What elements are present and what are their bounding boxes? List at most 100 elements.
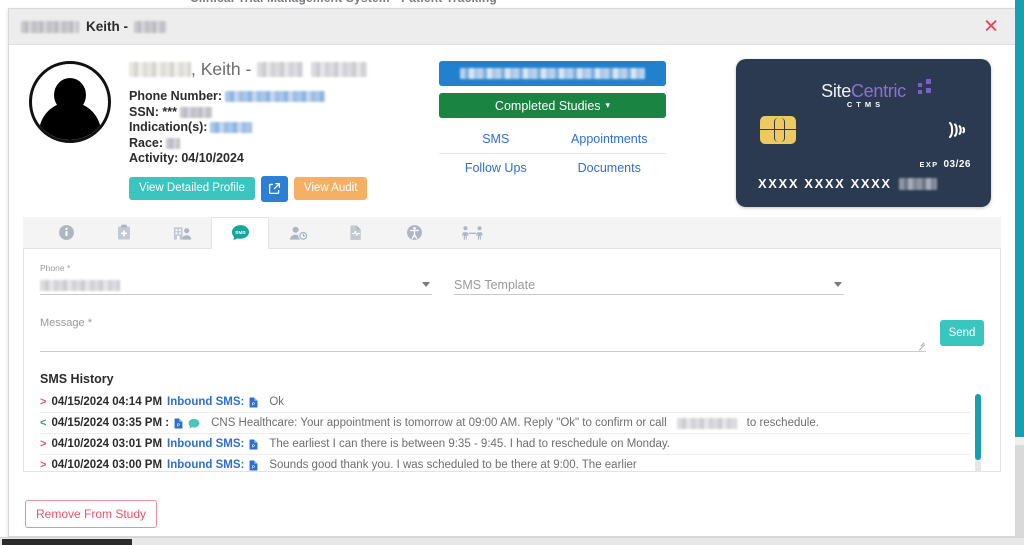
send-button[interactable]: Send bbox=[940, 320, 984, 346]
completed-studies-label: Completed Studies bbox=[494, 98, 601, 113]
sms-direction-label: Inbound SMS: bbox=[167, 438, 245, 450]
link-documents[interactable]: Documents bbox=[553, 154, 667, 182]
chip-icon bbox=[760, 116, 796, 144]
page-scrollbar-lower[interactable] bbox=[1015, 445, 1024, 537]
tab-accessibility[interactable] bbox=[385, 217, 443, 248]
pdf-icon[interactable]: P bbox=[249, 459, 258, 471]
completed-studies-dropdown[interactable]: Completed Studies ▾ bbox=[439, 93, 666, 118]
sms-direction-label: Inbound SMS: bbox=[167, 459, 245, 471]
link-appointments[interactable]: Appointments bbox=[553, 125, 667, 153]
sms-timestamp: 04/15/2024 04:14 PM bbox=[51, 396, 163, 408]
patient-name: , Keith - bbox=[129, 59, 431, 80]
direction-chevron-icon: < bbox=[40, 417, 47, 429]
horizontal-scrollbar-thumb[interactable] bbox=[2, 539, 132, 545]
sms-panel: Phone * SMS Template Message * Send SMS … bbox=[23, 249, 1001, 472]
page-scrollbar-thumb[interactable] bbox=[1015, 0, 1024, 437]
view-detailed-profile-button[interactable]: View Detailed Profile bbox=[129, 176, 255, 201]
external-link-glyph bbox=[268, 182, 280, 195]
pdf-icon[interactable]: P bbox=[249, 396, 258, 408]
svg-text:P: P bbox=[177, 422, 180, 427]
link-follow-ups[interactable]: Follow Ups bbox=[439, 154, 553, 182]
patient-modal: Keith - ✕ , Keith - Phone Number: SSN: *… bbox=[8, 8, 1016, 537]
table-row[interactable]: < 04/15/2024 03:35 PM : P CNS Healthcare… bbox=[40, 413, 970, 434]
close-icon[interactable]: ✕ bbox=[983, 17, 999, 36]
clipboard-medical-icon bbox=[118, 224, 130, 240]
patient-summary-section: , Keith - Phone Number: SSN: *** Indicat… bbox=[9, 45, 1015, 207]
patient-activity-line: Activity: 04/10/2024 bbox=[129, 151, 431, 167]
tab-clipboard[interactable] bbox=[95, 217, 153, 248]
sms-chat-icon: SMS bbox=[231, 225, 249, 241]
study-name-button[interactable] bbox=[439, 61, 666, 86]
modal-body: , Keith - Phone Number: SSN: *** Indicat… bbox=[9, 45, 1015, 492]
tab-documents[interactable] bbox=[327, 217, 385, 248]
card-number: XXXX XXXX XXXX bbox=[758, 176, 937, 191]
redacted-phone-in-message bbox=[676, 417, 737, 429]
redacted-name-suffix-2 bbox=[311, 62, 368, 77]
tab-referral[interactable] bbox=[443, 217, 501, 248]
external-link-icon[interactable] bbox=[260, 175, 288, 202]
patient-detail-lines: Phone Number: SSN: *** Indication(s): Ra… bbox=[129, 89, 431, 167]
people-handoff-icon bbox=[461, 225, 483, 240]
chat-bubble-icon[interactable] bbox=[188, 418, 200, 429]
sms-template-select[interactable]: SMS Template bbox=[454, 276, 844, 295]
card-logo-dots-icon bbox=[917, 79, 938, 97]
message-row: Message * Send bbox=[40, 317, 984, 352]
sms-message-text: Ok bbox=[269, 396, 285, 408]
patient-activity-value: 04/10/2024 bbox=[181, 151, 244, 165]
chevron-down-icon[interactable] bbox=[422, 282, 430, 287]
table-row[interactable]: > 04/10/2024 03:00 PM Inbound SMS: P Sou… bbox=[40, 455, 970, 471]
direction-chevron-icon: > bbox=[40, 459, 47, 471]
sms-history-title: SMS History bbox=[40, 372, 114, 386]
pdf-icon[interactable]: P bbox=[249, 438, 258, 450]
redacted-name-suffix-1 bbox=[257, 62, 304, 77]
horizontal-scrollbar-track[interactable] bbox=[0, 537, 1024, 545]
tab-history[interactable] bbox=[269, 217, 327, 248]
pdf-icon[interactable]: P bbox=[174, 417, 183, 429]
sms-history-scrollbar-thumb[interactable] bbox=[975, 394, 981, 460]
contactless-glyph bbox=[948, 121, 966, 139]
avatar bbox=[29, 61, 111, 143]
phone-field: Phone * bbox=[40, 263, 432, 295]
redacted-title-id bbox=[134, 20, 166, 33]
svg-text:P: P bbox=[252, 443, 255, 448]
tab-info[interactable] bbox=[37, 217, 95, 248]
message-field: Message * bbox=[40, 317, 926, 352]
tab-sms[interactable]: SMS bbox=[211, 217, 269, 249]
resize-handle-icon[interactable] bbox=[918, 342, 925, 349]
message-textarea[interactable] bbox=[40, 329, 926, 352]
person-clock-icon bbox=[289, 226, 307, 240]
patient-tab-bar: SMS bbox=[23, 217, 1001, 249]
modal-header: Keith - ✕ bbox=[9, 9, 1015, 45]
card-number-masked: XXXX XXXX XXXX bbox=[758, 176, 892, 191]
card-expiry-value: 03/26 bbox=[943, 159, 971, 170]
svg-text:P: P bbox=[252, 464, 255, 469]
patient-phone-label: Phone Number: bbox=[129, 89, 223, 103]
patient-phone-line: Phone Number: bbox=[129, 89, 431, 105]
patient-actions: Completed Studies ▾ SMS Appointments Fol… bbox=[431, 57, 666, 207]
table-row[interactable]: > 04/15/2024 04:14 PM Inbound SMS: P Ok bbox=[40, 392, 970, 413]
table-row[interactable]: > 04/10/2024 03:01 PM Inbound SMS: P The… bbox=[40, 434, 970, 455]
card-brand-site: Site bbox=[821, 81, 851, 101]
page-title-strip: Clinical Trial Management System - Patie… bbox=[0, 0, 1024, 8]
remove-from-study-button[interactable]: Remove From Study bbox=[25, 500, 158, 528]
message-field-label: Message * bbox=[40, 317, 92, 329]
card-brand-centric: Centric bbox=[850, 81, 906, 101]
phone-field-value[interactable] bbox=[40, 276, 432, 295]
patient-info: , Keith - Phone Number: SSN: *** Indicat… bbox=[111, 57, 431, 207]
redacted-phone-number bbox=[225, 91, 326, 103]
chevron-down-icon[interactable] bbox=[834, 282, 842, 287]
sitecentric-card: SiteCentric CTMS EXP 03/26 XXXX XXXX XXX… bbox=[736, 59, 991, 207]
contactless-icon bbox=[943, 117, 969, 143]
redacted-ssn bbox=[179, 106, 212, 118]
redacted-first-name bbox=[21, 20, 79, 33]
modal-footer: Remove From Study bbox=[9, 492, 1015, 536]
card-expiry-label: EXP bbox=[919, 160, 939, 169]
view-audit-button[interactable]: View Audit bbox=[293, 176, 368, 201]
link-sms[interactable]: SMS bbox=[439, 125, 553, 153]
direction-chevron-icon: > bbox=[40, 396, 47, 408]
sms-history-list[interactable]: > 04/15/2024 04:14 PM Inbound SMS: P Ok … bbox=[40, 392, 984, 471]
hospital-person-icon bbox=[173, 226, 191, 240]
tab-site[interactable] bbox=[153, 217, 211, 248]
sms-timestamp: 04/10/2024 03:01 PM bbox=[51, 438, 163, 450]
card-brand: SiteCentric bbox=[736, 81, 991, 102]
